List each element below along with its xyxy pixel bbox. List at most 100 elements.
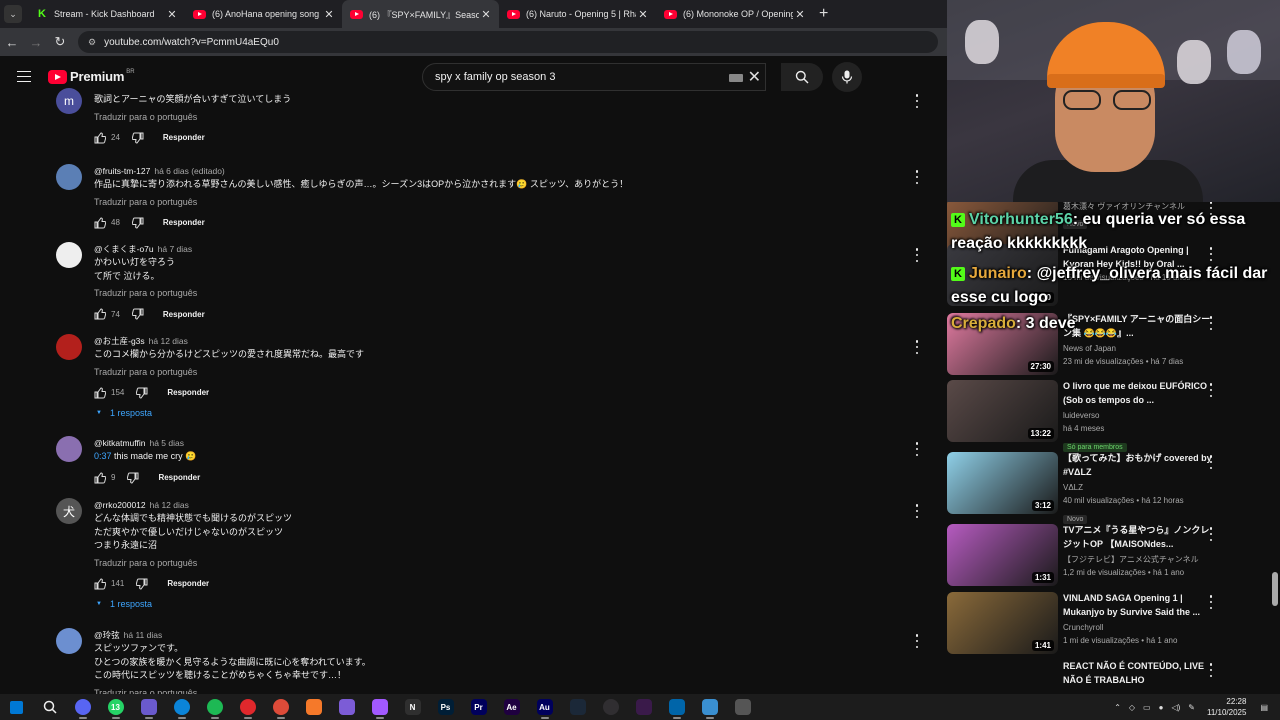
comment-time[interactable]: há 7 dias <box>158 244 193 254</box>
premiere-taskbar-button[interactable]: Pr <box>462 694 495 720</box>
dislike-icon[interactable] <box>127 472 140 484</box>
copilot-taskbar-button[interactable] <box>132 694 165 720</box>
browser-tab[interactable]: (6) AnoHana opening song - Yo✕ <box>185 0 342 28</box>
search-button[interactable] <box>781 63 823 91</box>
comment-menu-icon[interactable] <box>915 340 919 354</box>
video-title[interactable]: TVアニメ『うる星やつら』ノンクレジットOP 【MAISONdes... <box>1063 524 1213 551</box>
chevron-up-icon[interactable]: ⌃ <box>1114 703 1121 712</box>
pen-icon[interactable]: ✎ <box>1188 703 1195 712</box>
recommended-video[interactable]: 3:12 【歌ってみた】おもかげ covered by #VΔLZ VΔLZ 40 m… <box>947 452 1247 524</box>
forward-button[interactable]: → <box>24 35 48 50</box>
video-menu-icon[interactable] <box>1209 316 1213 330</box>
reply-button[interactable]: Responder <box>163 310 205 319</box>
channel-name[interactable]: News of Japan <box>1063 343 1213 355</box>
channel-name[interactable]: Crunchyroll <box>1063 622 1213 634</box>
video-title[interactable]: REACT NÃO É CONTEÚDO, LIVE NÃO É TRABALH… <box>1063 660 1213 687</box>
site-info-icon[interactable]: ⚙ <box>88 37 96 48</box>
video-menu-icon[interactable] <box>1209 663 1213 677</box>
comment-menu-icon[interactable] <box>915 170 919 184</box>
close-tab-icon[interactable]: ✕ <box>165 8 179 21</box>
browser-tab[interactable]: (6) Naruto - Opening 5 | Rhaps✕ <box>499 0 656 28</box>
video-thumbnail[interactable]: 1:31 <box>947 524 1058 586</box>
recommended-video[interactable]: 1:31 TVアニメ『うる星やつら』ノンクレジットOP 【MAISONdes...… <box>947 524 1247 588</box>
comment-menu-icon[interactable] <box>915 248 919 262</box>
search-taskbar-button[interactable] <box>33 694 66 720</box>
channel-name[interactable]: luideverso <box>1063 410 1213 422</box>
settings-taskbar-button[interactable] <box>726 694 759 720</box>
comment-time[interactable]: há 11 dias <box>124 630 163 640</box>
avatar[interactable] <box>56 628 82 654</box>
channel-name[interactable]: VΔLZ <box>1063 482 1213 494</box>
chrome-taskbar-button[interactable] <box>264 694 297 720</box>
video-menu-icon[interactable] <box>1209 383 1213 397</box>
recommended-video[interactable]: 13:22 O livro que me deixou EUFÓRICO (Sob… <box>947 380 1247 452</box>
reply-button[interactable]: Responder <box>163 218 205 227</box>
translate-link[interactable]: Traduzir para o português <box>94 195 894 209</box>
close-tab-icon[interactable]: ✕ <box>479 8 493 21</box>
video-menu-icon[interactable] <box>1209 527 1213 541</box>
close-tab-icon[interactable]: ✕ <box>793 8 807 21</box>
dislike-icon[interactable] <box>131 308 145 320</box>
reload-button[interactable]: ↻ <box>48 34 72 50</box>
new-tab-button[interactable]: + <box>819 5 828 23</box>
keyboard-icon[interactable] <box>729 74 743 82</box>
avatar[interactable] <box>56 242 82 268</box>
video-thumbnail[interactable]: 13:22 <box>947 380 1058 442</box>
close-tab-icon[interactable]: ✕ <box>636 8 650 21</box>
windows-start-taskbar-button[interactable] <box>0 694 33 720</box>
page-scrollbar[interactable] <box>1272 572 1278 606</box>
dislike-icon[interactable] <box>136 578 149 590</box>
vscode-taskbar-button[interactable] <box>660 694 693 720</box>
address-bar[interactable]: ⚙ youtube.com/watch?v=PcmmU4aEQu0 <box>78 31 938 53</box>
comment-time[interactable]: há 12 dias <box>150 500 189 510</box>
comment-time[interactable]: há 6 dias (editado) <box>154 166 224 176</box>
video-menu-icon[interactable] <box>1209 595 1213 609</box>
clock[interactable]: 22:28 11/10/2025 <box>1207 696 1246 718</box>
browser-tab[interactable]: K Stream - Kick Dashboard ✕ <box>28 0 185 28</box>
search-input[interactable]: spy x family op season 3 ✕ <box>422 63 766 91</box>
reply-button[interactable]: Responder <box>167 388 209 397</box>
discord-taskbar-button[interactable] <box>66 694 99 720</box>
microphone-icon[interactable]: ● <box>1159 703 1164 712</box>
vegas-taskbar-button[interactable] <box>627 694 660 720</box>
comment-author[interactable]: @玲弦 <box>94 630 120 640</box>
photoshop-taskbar-button[interactable]: Ps <box>429 694 462 720</box>
view-replies-button[interactable]: ▼ 1 resposta <box>94 408 894 418</box>
like-icon[interactable] <box>94 577 107 590</box>
comment-author[interactable]: @お土産-g3s <box>94 336 145 346</box>
files-taskbar-button[interactable] <box>693 694 726 720</box>
dislike-icon[interactable] <box>131 132 145 144</box>
like-icon[interactable] <box>94 131 107 144</box>
figma-taskbar-button[interactable] <box>363 694 396 720</box>
avatar[interactable] <box>56 334 82 360</box>
translate-link[interactable]: Traduzir para o português <box>94 556 894 570</box>
video-thumbnail[interactable]: 3:12 <box>947 452 1058 514</box>
display-icon[interactable]: ▭ <box>1143 703 1151 712</box>
comment-author[interactable]: @rrko200012 <box>94 500 146 510</box>
comment-time[interactable]: há 12 dias <box>149 336 188 346</box>
comment-author[interactable]: @くまくま-o7u <box>94 244 154 254</box>
obsidian-taskbar-button[interactable] <box>330 694 363 720</box>
reply-button[interactable]: Responder <box>158 473 200 482</box>
opera-taskbar-button[interactable] <box>231 694 264 720</box>
whatsapp-taskbar-button[interactable]: 13 <box>99 694 132 720</box>
tab-search-icon[interactable]: ⌄ <box>4 5 22 23</box>
notion-taskbar-button[interactable]: N <box>396 694 429 720</box>
video-title[interactable]: O livro que me deixou EUFÓRICO (Sob os t… <box>1063 380 1213 407</box>
translate-link[interactable]: Traduzir para o português <box>94 365 894 379</box>
comment-time[interactable]: há 5 dias <box>149 438 184 448</box>
translate-link[interactable]: Traduzir para o português <box>94 286 894 300</box>
recommended-video[interactable]: 1:41 VINLAND SAGA Opening 1 | Mukanjyo by… <box>947 592 1247 656</box>
network-icon[interactable]: ◇ <box>1129 703 1135 712</box>
steam-taskbar-button[interactable] <box>561 694 594 720</box>
timestamp-link[interactable]: 0:37 <box>94 451 112 461</box>
dislike-icon[interactable] <box>136 387 149 399</box>
youtube-premium-logo[interactable]: Premium BR <box>48 69 135 84</box>
blender-taskbar-button[interactable] <box>297 694 330 720</box>
avatar[interactable]: m <box>56 88 82 114</box>
comment-menu-icon[interactable] <box>915 94 919 108</box>
volume-icon[interactable]: ◁) <box>1171 703 1180 712</box>
clear-search-icon[interactable]: ✕ <box>748 67 761 87</box>
dislike-icon[interactable] <box>131 217 145 229</box>
comment-menu-icon[interactable] <box>915 634 919 648</box>
